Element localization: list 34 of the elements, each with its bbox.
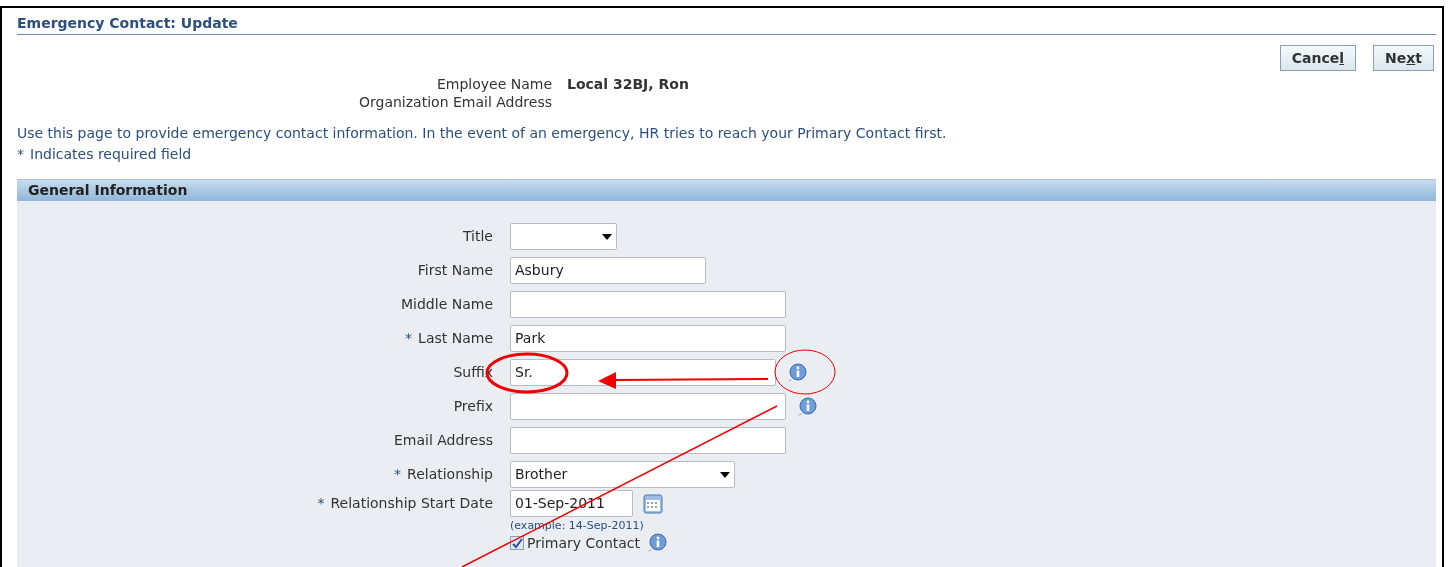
text-field[interactable]: Asbury: [510, 257, 706, 284]
field-label: * Relationship Start Date: [317, 495, 493, 511]
page-title: Emergency Contact: Update: [17, 15, 238, 31]
field-label: Email Address: [393, 432, 493, 448]
text-field[interactable]: [510, 427, 786, 454]
text-field[interactable]: [510, 393, 786, 420]
field-label: Prefix: [453, 398, 493, 414]
highlight-circle: [774, 349, 836, 395]
dropdown-caret-icon: [602, 233, 612, 240]
field-label: Title: [463, 228, 493, 244]
text-field[interactable]: [510, 291, 786, 318]
dropdown-caret-icon: [720, 471, 730, 478]
instructions-text: Use this page to provide emergency contact information. In the event of an emergency, HR tries to reach your Primary Contact first.: [17, 124, 948, 143]
field-value: Local 32BJ, Ron: [567, 76, 690, 92]
primary-contact-checkbox[interactable]: Primary Contact: [510, 533, 641, 553]
info-icon[interactable]: [646, 533, 669, 553]
calendar-icon[interactable]: [643, 493, 663, 514]
field-label: * Last Name: [405, 330, 493, 346]
field-label: First Name: [417, 262, 493, 278]
action-button[interactable]: Next: [1373, 45, 1434, 71]
section-header: General Information: [17, 179, 1436, 201]
field-label: Organization Email Address: [358, 94, 552, 110]
required-field-note: * Indicates required field: [17, 145, 193, 164]
text-field[interactable]: Sr.: [510, 359, 776, 386]
info-icon[interactable]: [796, 396, 818, 417]
select-field[interactable]: Brother: [510, 461, 735, 488]
field-label: Middle Name: [401, 296, 493, 312]
select-field[interactable]: [510, 223, 617, 250]
checkmark-icon: [511, 537, 523, 549]
action-button[interactable]: Cancel: [1279, 45, 1357, 71]
info-icon[interactable]: [786, 362, 808, 383]
field-label: * Relationship: [394, 466, 493, 482]
field-label: Employee Name: [435, 76, 552, 92]
text-field[interactable]: Park: [510, 325, 786, 352]
